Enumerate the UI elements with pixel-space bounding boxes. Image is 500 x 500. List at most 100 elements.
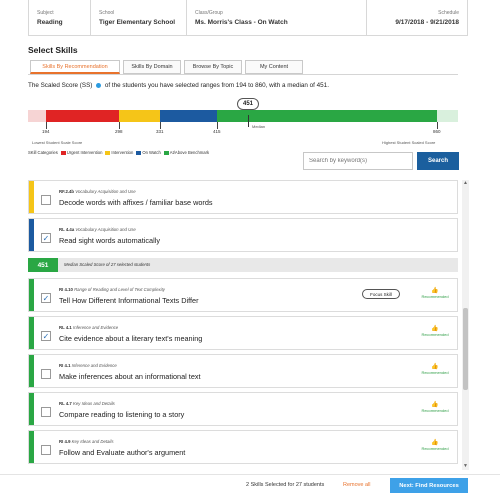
- legend-urgent: Urgent Intervention: [60, 150, 102, 155]
- skill-row[interactable]: ✓ RI 4.10 Range of Reading and Level of …: [28, 278, 458, 312]
- scaled-score-text-start: The Scaled Score (SS): [28, 82, 93, 89]
- subject-label: Subject: [37, 10, 54, 16]
- median-line: [248, 115, 249, 127]
- tick-860: [437, 122, 438, 129]
- schedule-label: Schedule: [438, 10, 459, 16]
- tab-skills-by-domain[interactable]: Skills By Domain: [123, 60, 181, 74]
- next-find-resources-button[interactable]: Next: Find Resources: [390, 478, 468, 493]
- section-title: Select Skills: [28, 45, 78, 55]
- skill-row[interactable]: ✓ RL 4.1 Inference and Evidence Cite evi…: [28, 316, 458, 350]
- recommended-indicator: 👍 Recommended: [415, 363, 455, 375]
- search-button[interactable]: Search: [417, 152, 459, 170]
- category-accent: [29, 219, 34, 251]
- skill-row[interactable]: RI 4.1 Inference and Evidence Make infer…: [28, 354, 458, 388]
- skill-checkbox[interactable]: [41, 445, 51, 455]
- bar-intervention: [119, 110, 160, 122]
- recommended-indicator: 👍 Recommended: [415, 401, 455, 413]
- category-accent: [29, 181, 34, 213]
- thumbs-up-icon: 👍: [431, 440, 439, 446]
- lowest-score-label: Lowest Student Scale Score: [32, 140, 83, 145]
- median-label: Median: [252, 124, 266, 129]
- bar-on-watch: [160, 110, 217, 122]
- recommended-indicator: 👍 Recommended: [415, 287, 455, 299]
- recommended-indicator: 👍 Recommended: [415, 439, 455, 451]
- recommended-indicator: 👍 Recommended: [415, 325, 455, 337]
- tick-194: [46, 122, 47, 129]
- schedule-value: 9/17/2018 - 9/21/2018: [395, 19, 459, 26]
- skill-checkbox[interactable]: [41, 369, 51, 379]
- skill-checkbox[interactable]: ✓: [41, 293, 51, 303]
- median-score-text: Median Scaled Score of 27 selected stude…: [64, 262, 151, 267]
- thumbs-up-icon: 👍: [431, 402, 439, 408]
- scroll-up-icon[interactable]: ▲: [462, 180, 469, 187]
- skill-code: RL 4.1 Inference and Evidence: [59, 325, 119, 330]
- skill-row[interactable]: RL 4.7 Key Ideas and Details Compare rea…: [28, 392, 458, 426]
- skill-row[interactable]: ✓ RL 4.4a Vocabulary Acquisition and Use…: [28, 218, 458, 252]
- remove-all-link[interactable]: Remove all: [343, 482, 371, 488]
- skill-code: RI 4.1 Inference and Evidence: [59, 363, 117, 368]
- tick-label-860: 860: [433, 129, 441, 134]
- footer-divider: [0, 474, 500, 475]
- skill-checkbox[interactable]: [41, 195, 51, 205]
- legend-on-watch: On Watch: [136, 150, 161, 155]
- class-column: Class/Group Ms. Morris's Class - On Watc…: [187, 0, 367, 35]
- legend-at-above: At/Above Benchmark: [163, 150, 209, 155]
- median-score-row: 451 Median Scaled Score of 27 selected s…: [28, 258, 458, 272]
- tab-skills-by-recommendation[interactable]: Skills By Recommendation: [30, 60, 120, 74]
- tick-label-194: 194: [42, 129, 50, 134]
- category-accent: [29, 279, 34, 311]
- tick-label-331: 331: [156, 129, 164, 134]
- skill-tabs: Skills By Recommendation Skills By Domai…: [30, 60, 306, 74]
- skill-checkbox[interactable]: ✓: [41, 233, 51, 243]
- thumbs-up-icon: 👍: [431, 326, 439, 332]
- category-accent: [29, 355, 34, 387]
- focus-skill-badge: Focus Skill: [362, 289, 400, 299]
- tick-298: [119, 122, 120, 129]
- skill-name: Tell How Different Informational Texts D…: [59, 296, 199, 305]
- scaled-score-text-end: of the students you have selected ranges…: [104, 82, 329, 89]
- skill-row[interactable]: RI 4.9 Key Ideas and Details Follow and …: [28, 430, 458, 464]
- category-accent: [29, 393, 34, 425]
- bar-at-above-benchmark: [217, 110, 437, 122]
- skill-checkbox[interactable]: ✓: [41, 331, 51, 341]
- tick-415: [217, 122, 218, 129]
- skill-name: Make inferences about an informational t…: [59, 372, 201, 381]
- selection-count: 2 Skills Selected for 27 students: [246, 482, 325, 488]
- skill-category-legend: SKill Categories Urgent Intervention Int…: [28, 150, 209, 155]
- bar-urgent-intervention: [46, 110, 119, 122]
- score-range-bar: [28, 110, 458, 122]
- skill-name: Cite evidence about a literary text's me…: [59, 334, 203, 343]
- tick-label-298: 298: [115, 129, 123, 134]
- scroll-down-icon[interactable]: ▼: [462, 463, 469, 470]
- skill-name: Decode words with affixes / familiar bas…: [59, 198, 213, 207]
- skill-row[interactable]: RF.2.4b Vocabulary Acquisition and Use D…: [28, 180, 458, 214]
- skill-code: RL 4.4a Vocabulary Acquisition and Use: [59, 227, 136, 232]
- search-input[interactable]: [303, 152, 413, 170]
- legend-intervention: Intervention: [105, 150, 133, 155]
- skill-code: RI 4.9 Key Ideas and Details: [59, 439, 114, 444]
- class-label: Class/Group: [195, 10, 223, 16]
- category-accent: [29, 431, 34, 463]
- class-summary: Subject Reading School Tiger Elementary …: [28, 0, 468, 36]
- skill-checkbox[interactable]: [41, 407, 51, 417]
- category-accent: [29, 317, 34, 349]
- scrollbar-thumb[interactable]: [463, 308, 468, 390]
- tab-browse-by-topic[interactable]: Browse By Topic: [184, 60, 242, 74]
- subject-value: Reading: [37, 19, 63, 26]
- tick-331: [160, 122, 161, 129]
- school-label: School: [99, 10, 115, 16]
- school-value: Tiger Elementary School: [99, 19, 176, 26]
- tab-my-content[interactable]: My Content: [245, 60, 303, 74]
- info-icon[interactable]: [96, 82, 102, 88]
- skill-code: RL 4.7 Key Ideas and Details: [59, 401, 115, 406]
- skill-code: RI 4.10 Range of Reading and Level of Te…: [59, 287, 165, 292]
- subject-column: Subject Reading: [29, 0, 91, 35]
- thumbs-up-icon: 👍: [431, 364, 439, 370]
- tick-label-415: 415: [213, 129, 221, 134]
- median-bubble: 451: [237, 98, 259, 110]
- school-column: School Tiger Elementary School: [91, 0, 187, 35]
- skill-code: RF.2.4b Vocabulary Acquisition and Use: [59, 189, 136, 194]
- skill-list: RF.2.4b Vocabulary Acquisition and Use D…: [28, 180, 460, 470]
- skill-name: Read sight words automatically: [59, 236, 160, 245]
- skill-name: Compare reading to listening to a story: [59, 410, 185, 419]
